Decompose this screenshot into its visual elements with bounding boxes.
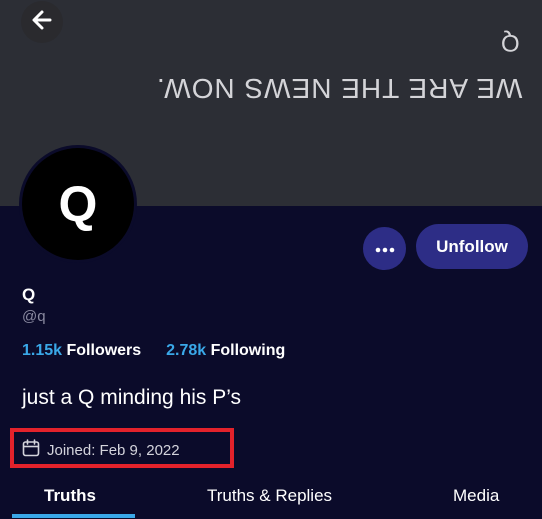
profile-tabs: Truths Truths & Replies Media — [0, 476, 542, 519]
tab-truths-and-replies[interactable]: Truths & Replies — [207, 486, 332, 506]
banner-mirrored-text: WE ARE THE NEWS NOW. — [155, 73, 522, 104]
followers-label: Followers — [66, 342, 142, 359]
following-count: 2.78k — [166, 342, 207, 359]
joined-date: Joined: Feb 9, 2022 — [22, 439, 180, 461]
followers-count: 1.15k — [22, 342, 63, 359]
following-label: Following — [210, 342, 286, 359]
avatar[interactable]: Q — [22, 148, 134, 260]
display-name: Q — [22, 285, 36, 304]
tab-truths[interactable]: Truths — [44, 486, 96, 506]
unfollow-button[interactable]: Unfollow — [416, 224, 528, 269]
joined-date-text: Joined: Feb 9, 2022 — [47, 441, 180, 459]
profile-bio: just a Q minding his P’s — [22, 386, 242, 409]
more-options-button[interactable] — [363, 227, 406, 270]
tab-media[interactable]: Media — [453, 486, 499, 506]
calendar-icon — [22, 439, 40, 461]
follow-stats: 1.15k Followers 2.78k Following — [22, 342, 285, 360]
active-tab-indicator — [12, 514, 135, 518]
ellipsis-icon — [375, 240, 395, 258]
arrow-left-icon — [31, 9, 53, 36]
banner-mirrored-letter: Q — [501, 29, 520, 56]
back-button[interactable] — [21, 1, 63, 43]
following-link[interactable]: 2.78k Following — [166, 342, 285, 359]
user-handle: @q — [22, 308, 46, 325]
followers-link[interactable]: 1.15k Followers — [22, 342, 146, 359]
